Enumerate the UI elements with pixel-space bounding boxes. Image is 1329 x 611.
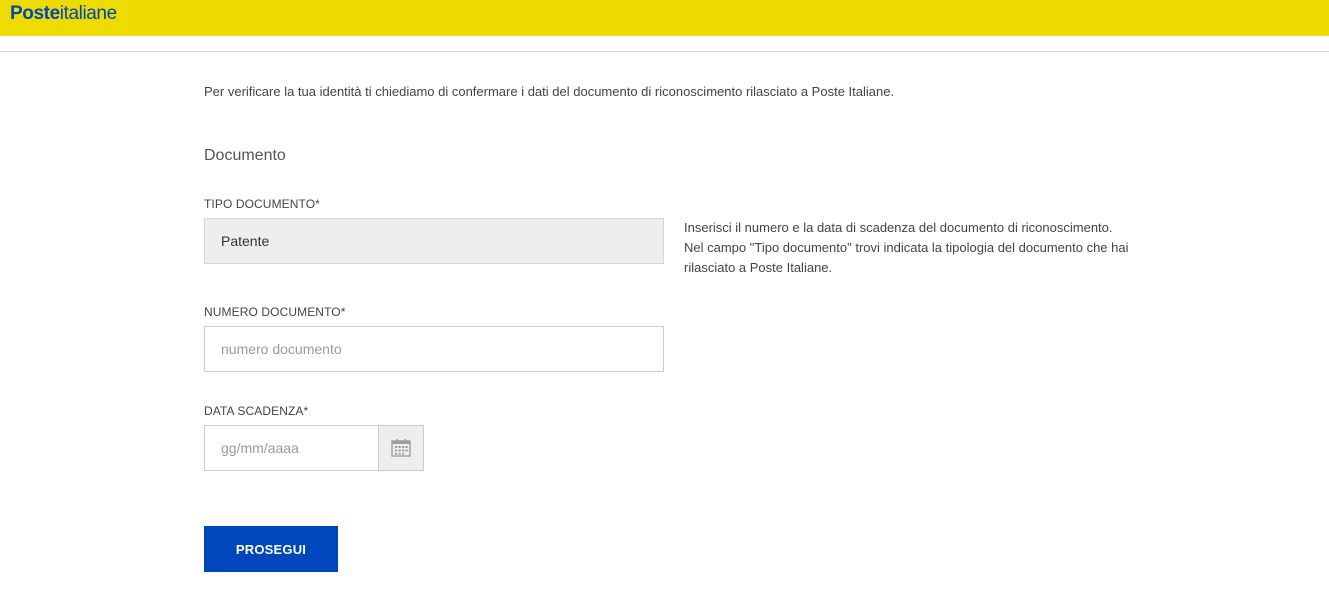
help-line-2: Nel campo "Tipo documento" trovi indicat…: [684, 240, 1129, 275]
calendar-button[interactable]: [378, 426, 423, 470]
help-text: Inserisci il numero e la data di scadenz…: [684, 218, 1154, 278]
intro-text: Per verificare la tua identità ti chiedi…: [204, 84, 895, 99]
help-line-1: Inserisci il numero e la data di scadenz…: [684, 220, 1113, 235]
header-divider: [0, 51, 1329, 52]
tipo-documento-label: TIPO DOCUMENTO*: [204, 197, 320, 211]
data-scadenza-input[interactable]: [205, 426, 379, 470]
numero-documento-input[interactable]: [204, 326, 664, 372]
logo-bold-text: Poste: [10, 3, 60, 24]
prosegui-button[interactable]: PROSEGUI: [204, 526, 338, 572]
poste-italiane-logo[interactable]: Posteitaliane: [10, 3, 117, 25]
tipo-documento-field: Patente: [204, 218, 664, 264]
data-scadenza-label: DATA SCADENZA*: [204, 404, 309, 418]
section-title: Documento: [204, 147, 286, 164]
header-bar: Posteitaliane: [0, 0, 1329, 36]
numero-documento-label: NUMERO DOCUMENTO*: [204, 305, 346, 319]
calendar-icon: [391, 439, 411, 457]
logo-regular-text: italiane: [59, 3, 117, 24]
data-scadenza-field: [204, 425, 424, 471]
